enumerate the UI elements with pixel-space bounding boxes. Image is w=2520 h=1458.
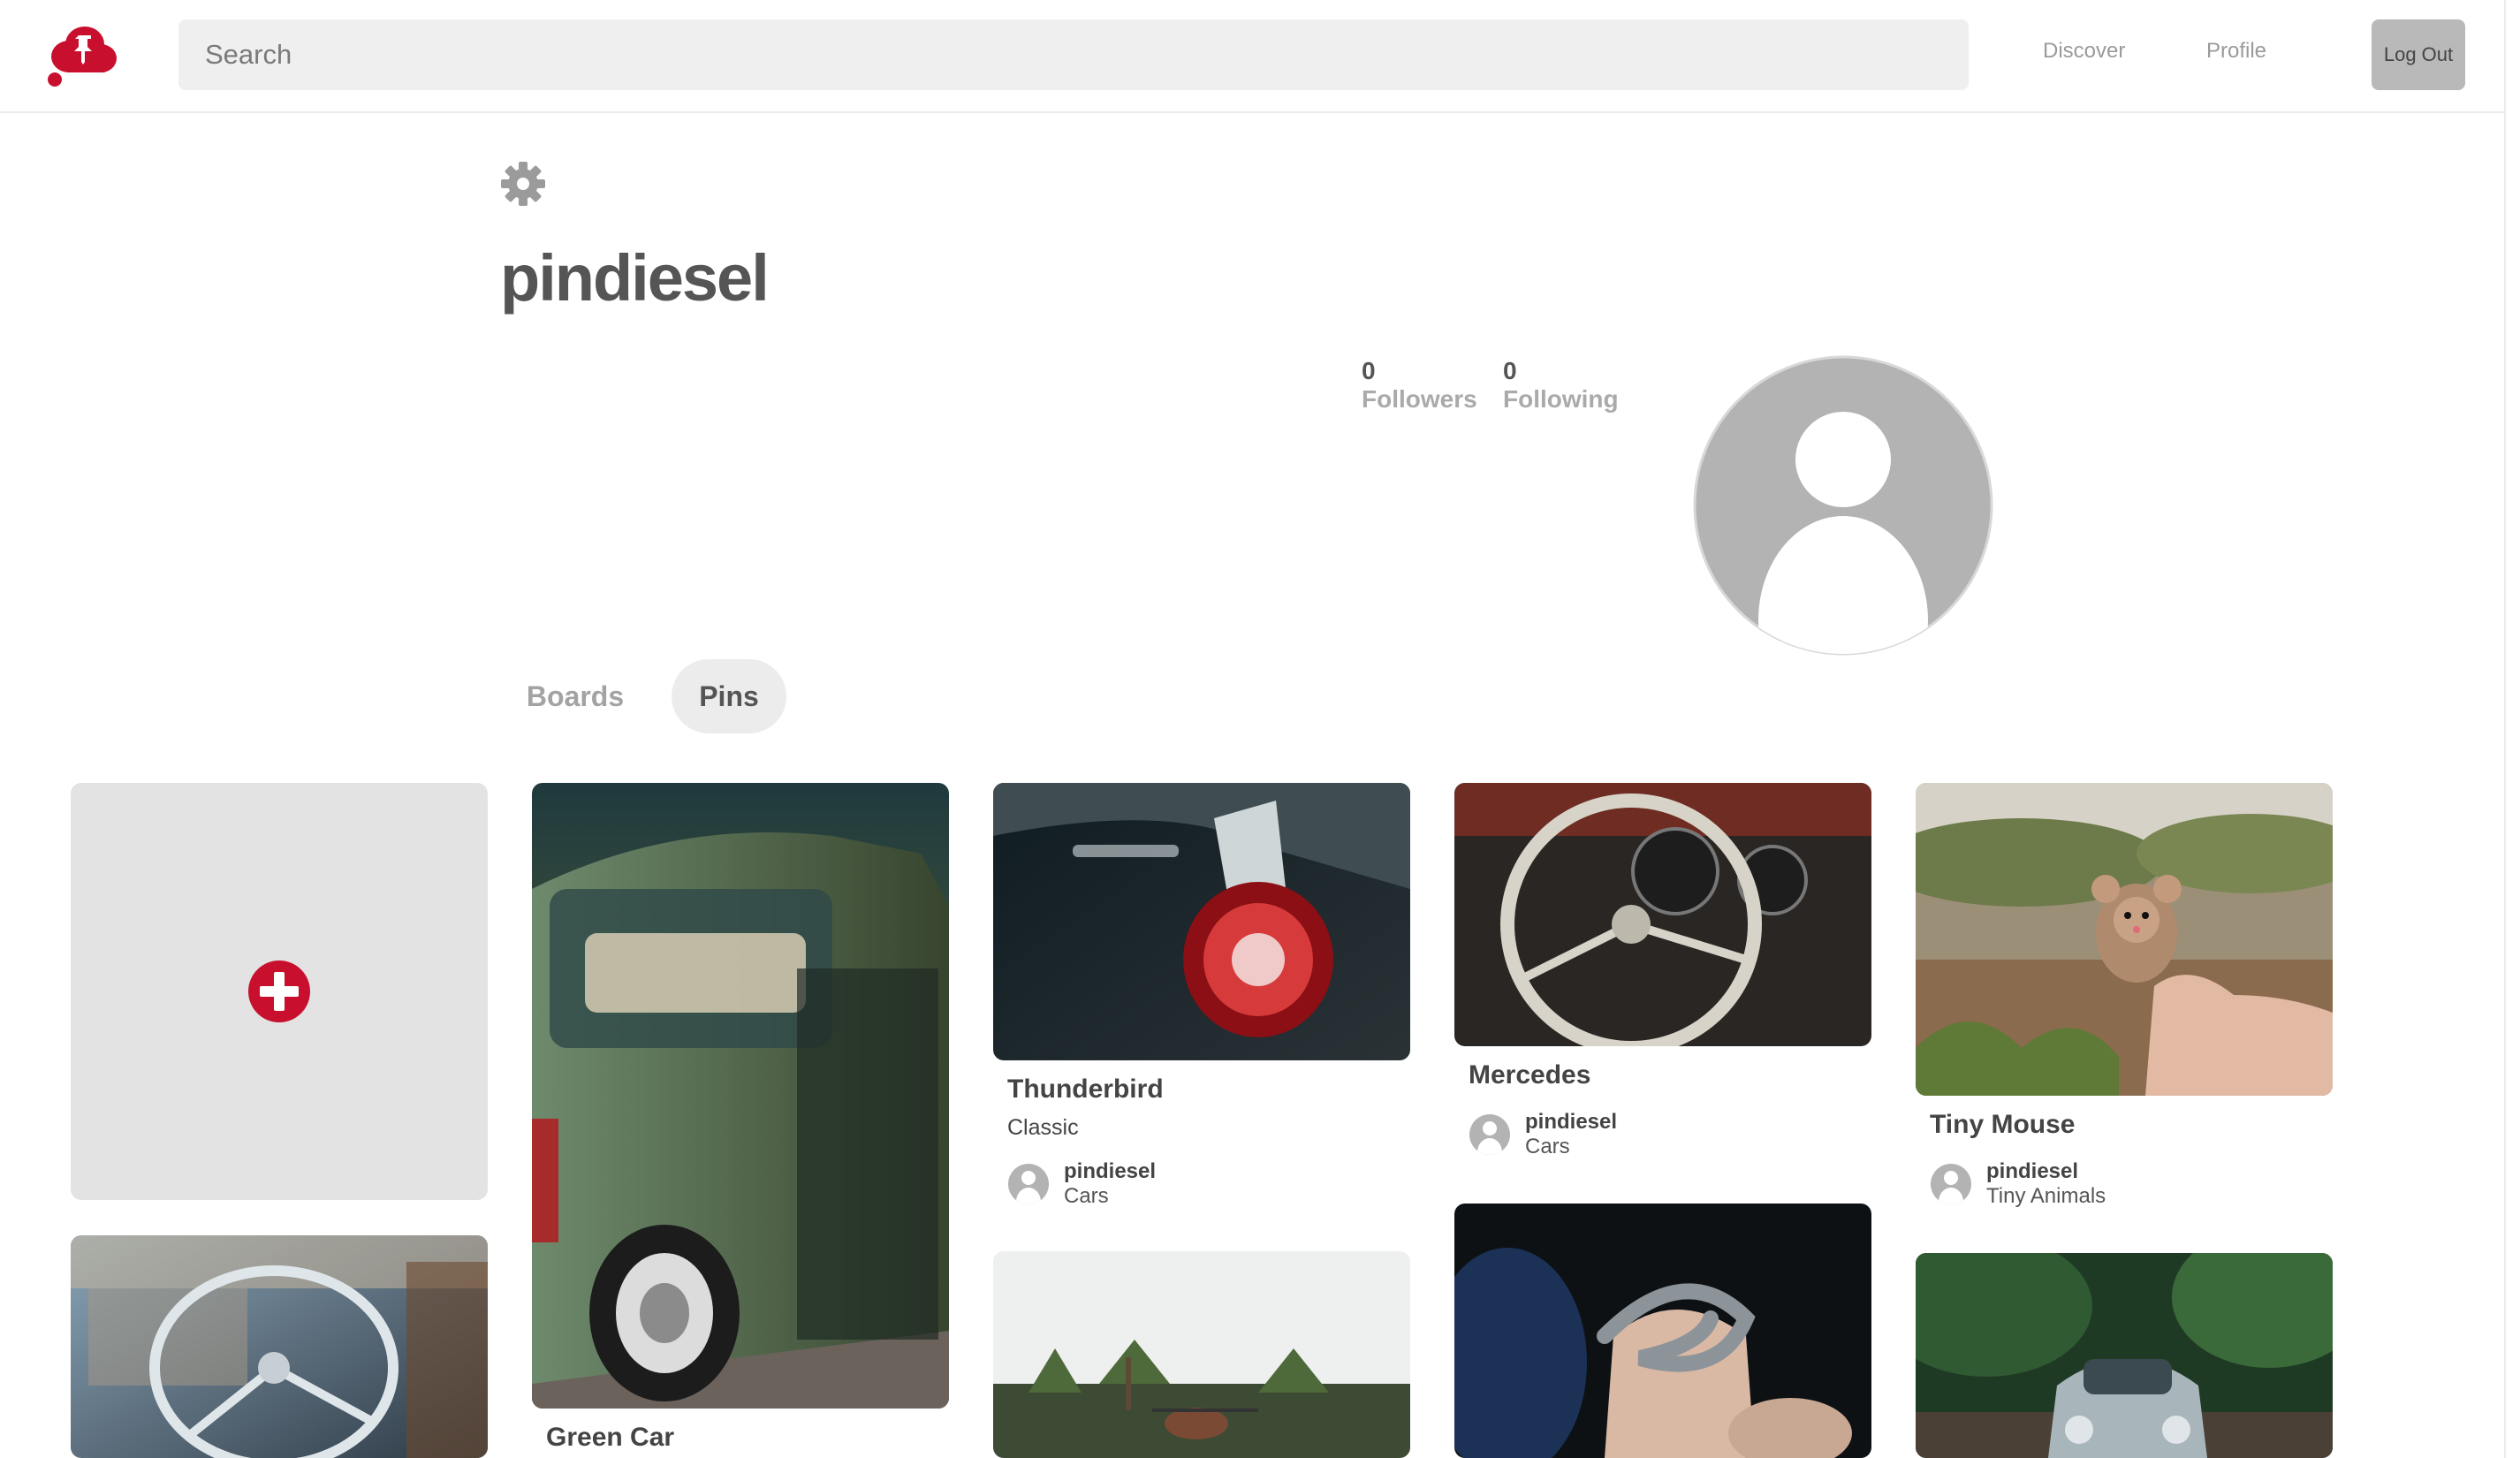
pin-author-name: pindiesel [1986,1159,2079,1183]
pin-image-thunderbird[interactable] [993,783,1410,1060]
pin-title: Tiny Mouse [1930,1110,2076,1139]
pin-image-old-dashboard[interactable] [71,1235,488,1458]
settings-gear-icon[interactable] [500,161,546,207]
following-label: Following [1503,385,1619,414]
top-navigation-bar: Discover Profile Log Out [0,0,2520,113]
pin-image-beetle-car[interactable] [1916,1253,2333,1458]
user-avatar-icon [1931,1163,1971,1204]
nav-link-discover[interactable]: Discover [2043,39,2125,64]
pin-board-name: Tiny Animals [1986,1183,2106,1208]
app-logo-icon[interactable] [46,23,118,87]
followers-label: Followers [1362,385,1477,414]
add-pin-plus-icon[interactable] [247,960,311,1023]
nav-link-profile[interactable]: Profile [2206,39,2266,64]
pin-image-palm-trees[interactable] [993,1251,1410,1458]
pin-title: Mercedes [1469,1060,1591,1090]
search-input[interactable] [178,19,1969,90]
pin-author-name: pindiesel [1525,1110,1618,1134]
pin-image-tiny-snake[interactable] [1454,1204,1871,1458]
followers-stat[interactable]: 0 Followers [1362,357,1477,414]
pin-author[interactable]: pindiesel Cars [1469,1110,1617,1158]
pin-board-name: Cars [1525,1134,1570,1158]
profile-avatar-icon [1693,355,1993,656]
pin-title: Green Car [546,1423,675,1452]
tab-pins[interactable]: Pins [672,659,786,733]
tab-boards[interactable]: Boards [509,659,641,733]
pin-author-name: pindiesel [1064,1159,1157,1183]
logout-button[interactable]: Log Out [2372,19,2465,90]
pin-author[interactable]: pindiesel Tiny Animals [1930,1159,2106,1208]
pin-description: Classic [1007,1115,1079,1140]
pin-image-green-car[interactable] [532,783,949,1409]
pin-title: Thunderbird [1007,1075,1164,1104]
profile-username: pindiesel [500,241,770,315]
pin-author[interactable]: pindiesel Cars [1007,1159,1156,1208]
pin-board-name: Cars [1064,1183,1109,1208]
followers-count: 0 [1362,357,1376,384]
following-count: 0 [1503,357,1517,384]
user-avatar-icon [1469,1113,1510,1155]
following-stat[interactable]: 0 Following [1503,357,1619,414]
add-pin-card[interactable] [71,783,488,1200]
pin-image-tiny-mouse[interactable] [1916,783,2333,1096]
pin-image-mercedes[interactable] [1454,783,1871,1046]
page-scrollbar[interactable] [2504,0,2520,1458]
user-avatar-icon [1008,1163,1049,1204]
